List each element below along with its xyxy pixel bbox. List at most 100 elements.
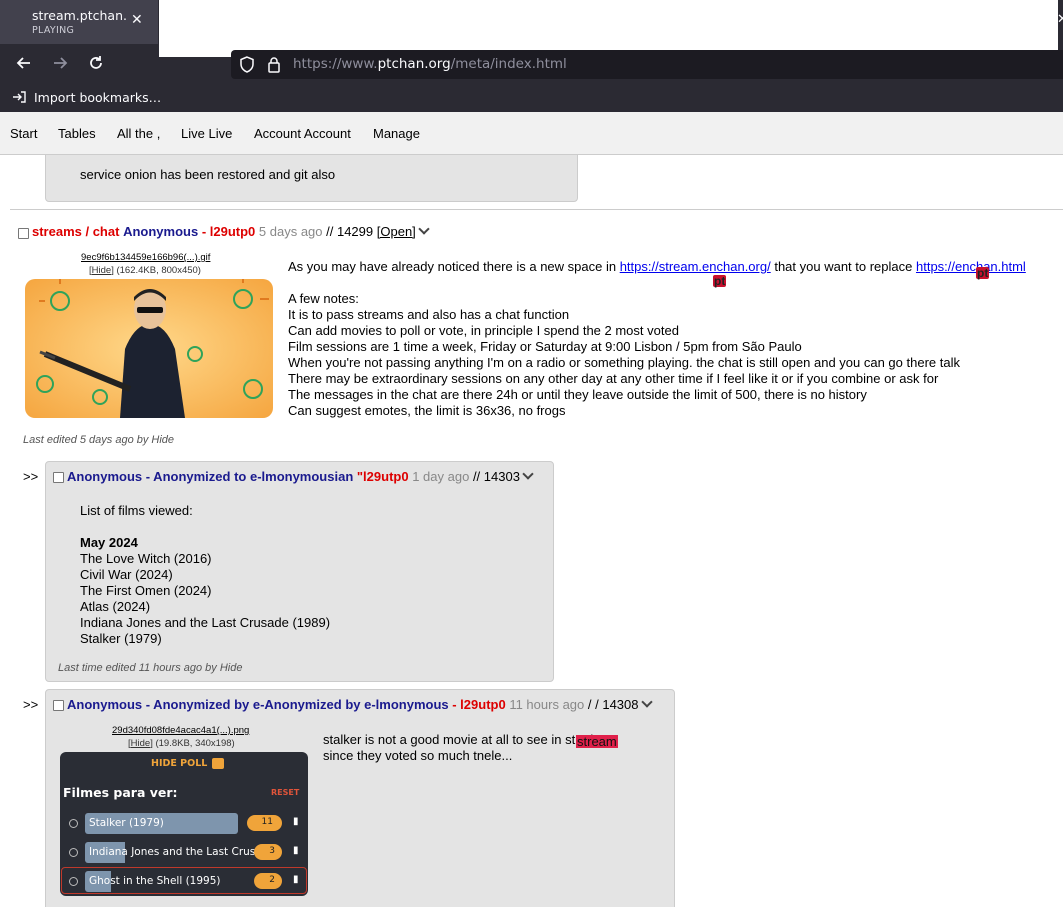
import-bookmarks-label: Import bookmarks…: [33, 90, 162, 105]
chevron-down-icon[interactable]: [522, 468, 534, 480]
post-number[interactable]: // 14299: [326, 224, 373, 239]
poll-option-label: Stalker (1979): [89, 817, 164, 829]
op-line: It is to pass streams and also has a cha…: [288, 307, 570, 322]
op-line: Can suggest emotes, the limit is 36x36, …: [288, 403, 566, 418]
intro-text-middle: that you want to replace: [770, 259, 916, 274]
reply-header: Anonymous - Anonymized to e-lmonymousian…: [67, 468, 534, 485]
tab-playing-status: PLAYING: [32, 25, 75, 36]
nav-live[interactable]: Live Live: [181, 126, 232, 141]
poll-thumbnail-image[interactable]: HIDE POLL Filmes para ver: RESET Stalker…: [60, 752, 308, 896]
op-edited-note: Last edited 5 days ago by Hide: [23, 434, 175, 446]
intro-text: As you may have already noticed there is…: [288, 259, 620, 274]
tab-title: stream.ptchan.org: [32, 8, 127, 23]
film-item: Atlas (2024): [80, 599, 151, 614]
op-line: The messages in the chat are there 24h o…: [288, 387, 867, 402]
op-message-intro: As you may have already noticed there is…: [288, 259, 1026, 275]
reply-arrow[interactable]: >>: [23, 697, 38, 713]
reply-arrow[interactable]: >>: [23, 469, 38, 485]
post-select-checkbox[interactable]: [53, 700, 64, 711]
reply-header: Anonymous - Anonymized by e-Anonymized b…: [67, 696, 653, 713]
url-bar[interactable]: https://www.ptchan.org/meta/index.html: [231, 50, 1063, 79]
reply-post-previous: service onion has been restored and git …: [45, 155, 578, 202]
film-item: Stalker (1979): [80, 631, 162, 646]
op-line: Can add movies to poll or vote, in princ…: [288, 323, 679, 338]
chevron-down-icon[interactable]: [640, 696, 653, 708]
op-line: A few notes:: [288, 291, 359, 306]
poll-option-bar: Stalker (1979): [85, 813, 238, 834]
post-time: 11 hours ago: [509, 697, 585, 712]
poster-name: Anonymous - Anonymized to e-lmonymousian: [67, 469, 354, 484]
open-thread-link[interactable]: [Open]: [377, 224, 416, 239]
file-meta: [Hide] (19.8KB, 340x198): [128, 738, 235, 749]
forward-icon[interactable]: [49, 54, 71, 77]
post-select-checkbox[interactable]: [53, 472, 64, 483]
back-icon[interactable]: [13, 54, 35, 77]
reload-icon[interactable]: [85, 54, 107, 77]
thread-content: service onion has been restored and git …: [0, 155, 1063, 907]
file-name-link[interactable]: 29d340fd08fde4acac4a1(...).png: [112, 725, 249, 736]
nav-account[interactable]: Account Account: [254, 126, 351, 141]
post-time: 1 day ago: [412, 469, 470, 484]
poll-vote-count: 2: [254, 873, 282, 889]
file-info: (162.4KB, 800x450): [116, 265, 201, 276]
tab-strip-blank: [159, 0, 1058, 57]
hide-file-link[interactable]: Hide: [131, 738, 151, 749]
import-bookmarks-button[interactable]: Import bookmarks…: [12, 90, 161, 105]
film-item: Indiana Jones and the Last Crusade (1989…: [80, 615, 331, 630]
browser-chrome: stream.ptchan.org PLAYING ✕ ✕ https://ww…: [0, 0, 1063, 112]
site-navbar: Start Tables All the , Live Live Account…: [0, 112, 1063, 155]
poll-radio: [69, 877, 78, 886]
poll-reset: RESET: [271, 788, 300, 797]
nav-all[interactable]: All the ,: [117, 126, 160, 141]
poll-vote-count: 11: [247, 815, 282, 831]
reply-intro: List of films viewed:: [80, 503, 193, 518]
poster-name: Anonymous - Anonymized by e-Anonymized b…: [67, 697, 449, 712]
window-close-icon[interactable]: ✕: [1057, 12, 1063, 27]
poll-option-label: Ghost in the Shell (1995): [89, 875, 221, 887]
poster-trip: - l29utp0: [452, 697, 506, 712]
reply-message-line: since they voted so much tnele...: [323, 748, 513, 763]
import-icon: [12, 90, 30, 105]
post-subject: streams / chat: [32, 224, 120, 239]
browser-tab[interactable]: stream.ptchan.org PLAYING ✕: [0, 0, 158, 44]
shield-icon[interactable]: [239, 56, 255, 77]
film-item: The First Omen (2024): [80, 583, 212, 598]
trash-icon: ▮: [293, 845, 299, 856]
poster-trip: "l29utp0: [356, 469, 409, 484]
post-select-checkbox[interactable]: [18, 228, 29, 239]
nav-start[interactable]: Start: [10, 126, 37, 141]
poster-trip: - l29utp0: [201, 224, 256, 239]
film-item: The Love Witch (2016): [80, 551, 212, 566]
stream-link[interactable]: https://stream.enchan.org/: [620, 259, 771, 274]
hide-poll-label: HIDE POLL: [151, 758, 208, 769]
post-number[interactable]: // 14303: [473, 469, 520, 484]
file-name-link[interactable]: 9ec9f6b134459e166b96(...).gif: [81, 252, 210, 263]
stream-emote: stream: [576, 734, 618, 749]
thread-separator: [10, 209, 1063, 210]
post-number[interactable]: / / 14308: [588, 697, 639, 712]
trash-icon: ▮: [293, 874, 299, 885]
lock-icon[interactable]: [267, 56, 281, 77]
reply-post: Anonymous - Anonymized by e-Anonymized b…: [45, 689, 675, 907]
poll-vote-count: 3: [254, 844, 282, 860]
trash-icon: ▮: [293, 816, 299, 827]
pt-emote: pt: [976, 266, 990, 280]
hide-file-link[interactable]: Hide: [92, 265, 112, 276]
film-item: Civil War (2024): [80, 567, 173, 582]
poll-radio: [69, 819, 78, 828]
file-info: (19.8KB, 340x198): [155, 738, 235, 749]
op-line: There may be extraordinary sessions on a…: [288, 371, 939, 386]
reply-message-line: stalker is not a good movie at all to se…: [323, 732, 609, 747]
tab-close-icon[interactable]: ✕: [131, 12, 143, 28]
nav-manage[interactable]: Manage: [373, 126, 420, 141]
op-line: Film sessions are 1 time a week, Friday …: [288, 339, 802, 354]
post-time: 5 days ago: [258, 224, 323, 239]
nav-tables[interactable]: Tables: [58, 126, 96, 141]
post-message: service onion has been restored and git …: [80, 167, 336, 182]
op-thumbnail-image[interactable]: [25, 279, 273, 418]
file-meta: [Hide] (162.4KB, 800x450): [89, 265, 201, 276]
chevron-down-icon[interactable]: [418, 223, 430, 235]
poll-title: Filmes para ver:: [63, 785, 178, 800]
enchan-link[interactable]: https://enchan.html: [916, 259, 1026, 274]
poster-name: Anonymous: [123, 224, 199, 239]
